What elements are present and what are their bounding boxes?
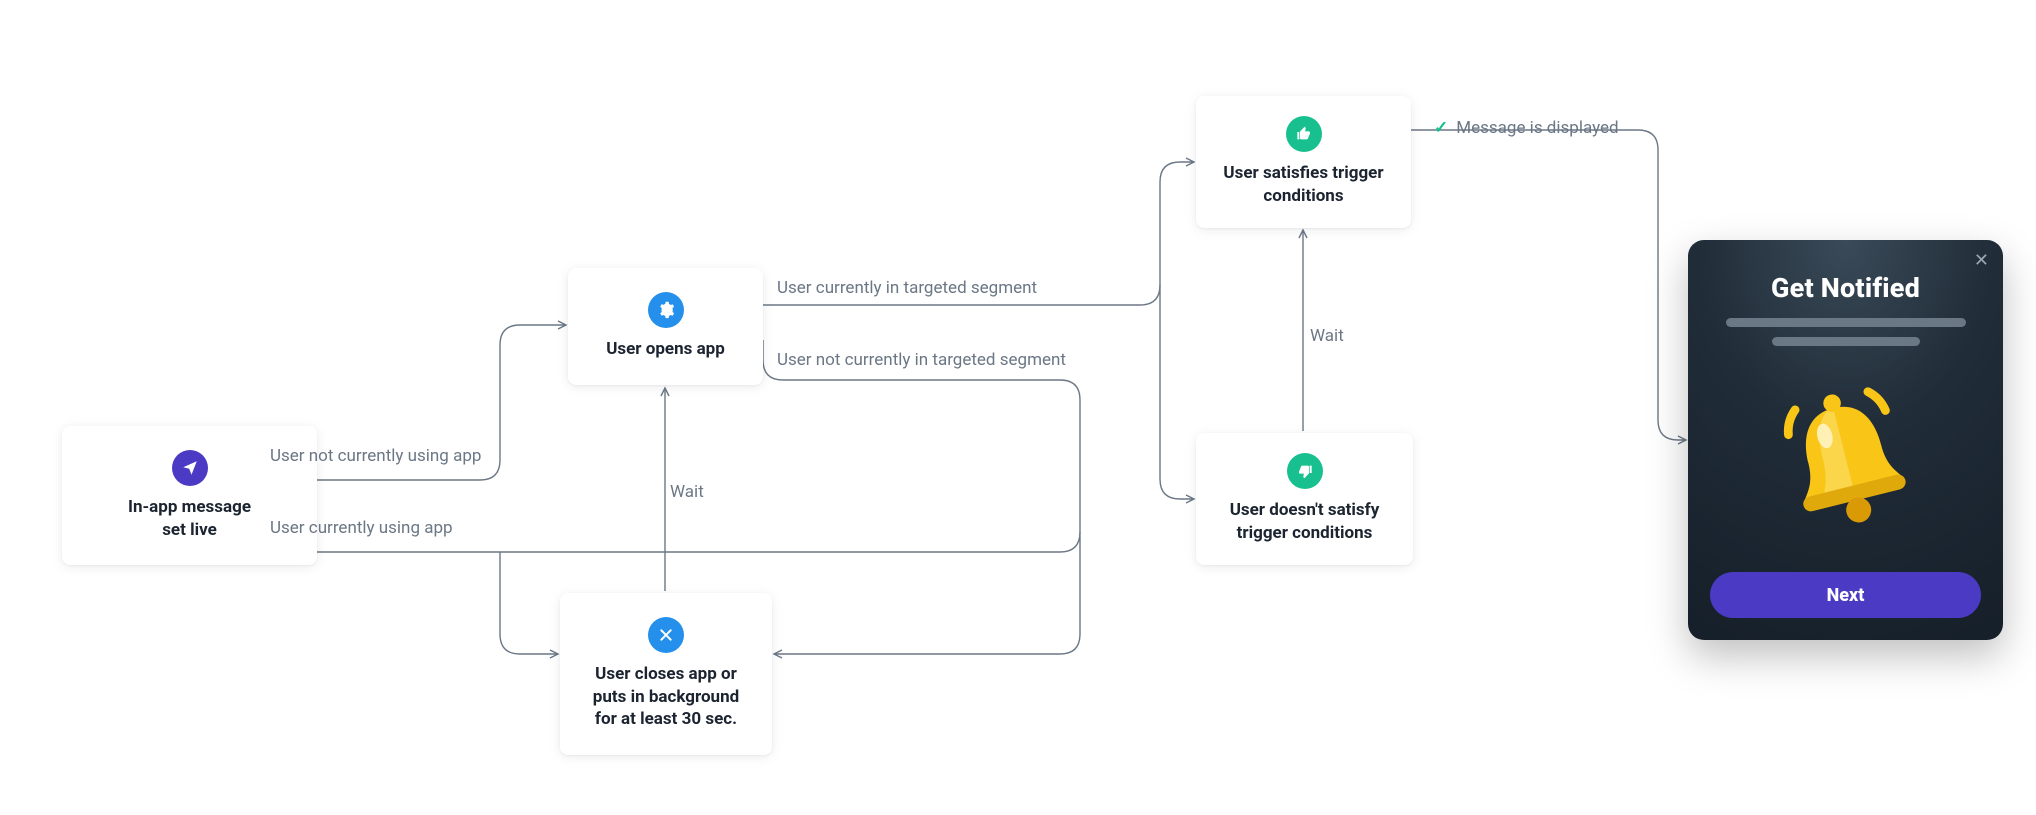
edge-wait-upper: Wait — [1310, 326, 1344, 346]
node-opens-label: User opens app — [606, 338, 725, 361]
check-icon: ✓ — [1434, 118, 1448, 138]
edge-not-using: User not currently using app — [270, 446, 481, 466]
gear-icon — [648, 292, 684, 328]
modal-title: Get Notified — [1771, 272, 1920, 304]
diagram-canvas: In-app messageset live User opens app Us… — [0, 0, 2036, 815]
edge-using: User currently using app — [270, 518, 453, 538]
modal-subtitle-line-1 — [1726, 318, 1966, 327]
node-opens: User opens app — [568, 268, 763, 385]
node-nosatisfy-label: User doesn't satisfytrigger conditions — [1230, 499, 1380, 545]
node-nosatisfy: User doesn't satisfytrigger conditions — [1196, 433, 1413, 565]
x-icon — [648, 617, 684, 653]
node-closes-label: User closes app orputs in backgroundfor … — [593, 663, 739, 732]
node-satisfy-label: User satisfies triggerconditions — [1223, 162, 1383, 208]
edge-wait-mid: Wait — [670, 482, 704, 502]
edge-in-segment: User currently in targeted segment — [777, 278, 1037, 298]
edge-msg-displayed: ✓ Message is displayed — [1434, 118, 1619, 138]
node-satisfy: User satisfies triggerconditions — [1196, 96, 1411, 228]
thumb-up-icon — [1286, 116, 1322, 152]
close-icon[interactable]: ✕ — [1974, 250, 1989, 271]
modal-subtitle-line-2 — [1772, 337, 1920, 346]
next-button[interactable]: Next — [1710, 572, 1981, 618]
next-button-label: Next — [1827, 585, 1865, 606]
edge-msg-displayed-text: Message is displayed — [1456, 118, 1618, 138]
paper-plane-icon — [172, 450, 208, 486]
notification-modal: ✕ Get Notified — [1688, 240, 2003, 640]
thumb-down-icon — [1287, 453, 1323, 489]
node-closes: User closes app orputs in backgroundfor … — [560, 593, 772, 755]
bell-illustration — [1710, 346, 1981, 572]
node-start-label: In-app messageset live — [128, 496, 251, 542]
edge-not-in-segment: User not currently in targeted segment — [777, 350, 1066, 370]
